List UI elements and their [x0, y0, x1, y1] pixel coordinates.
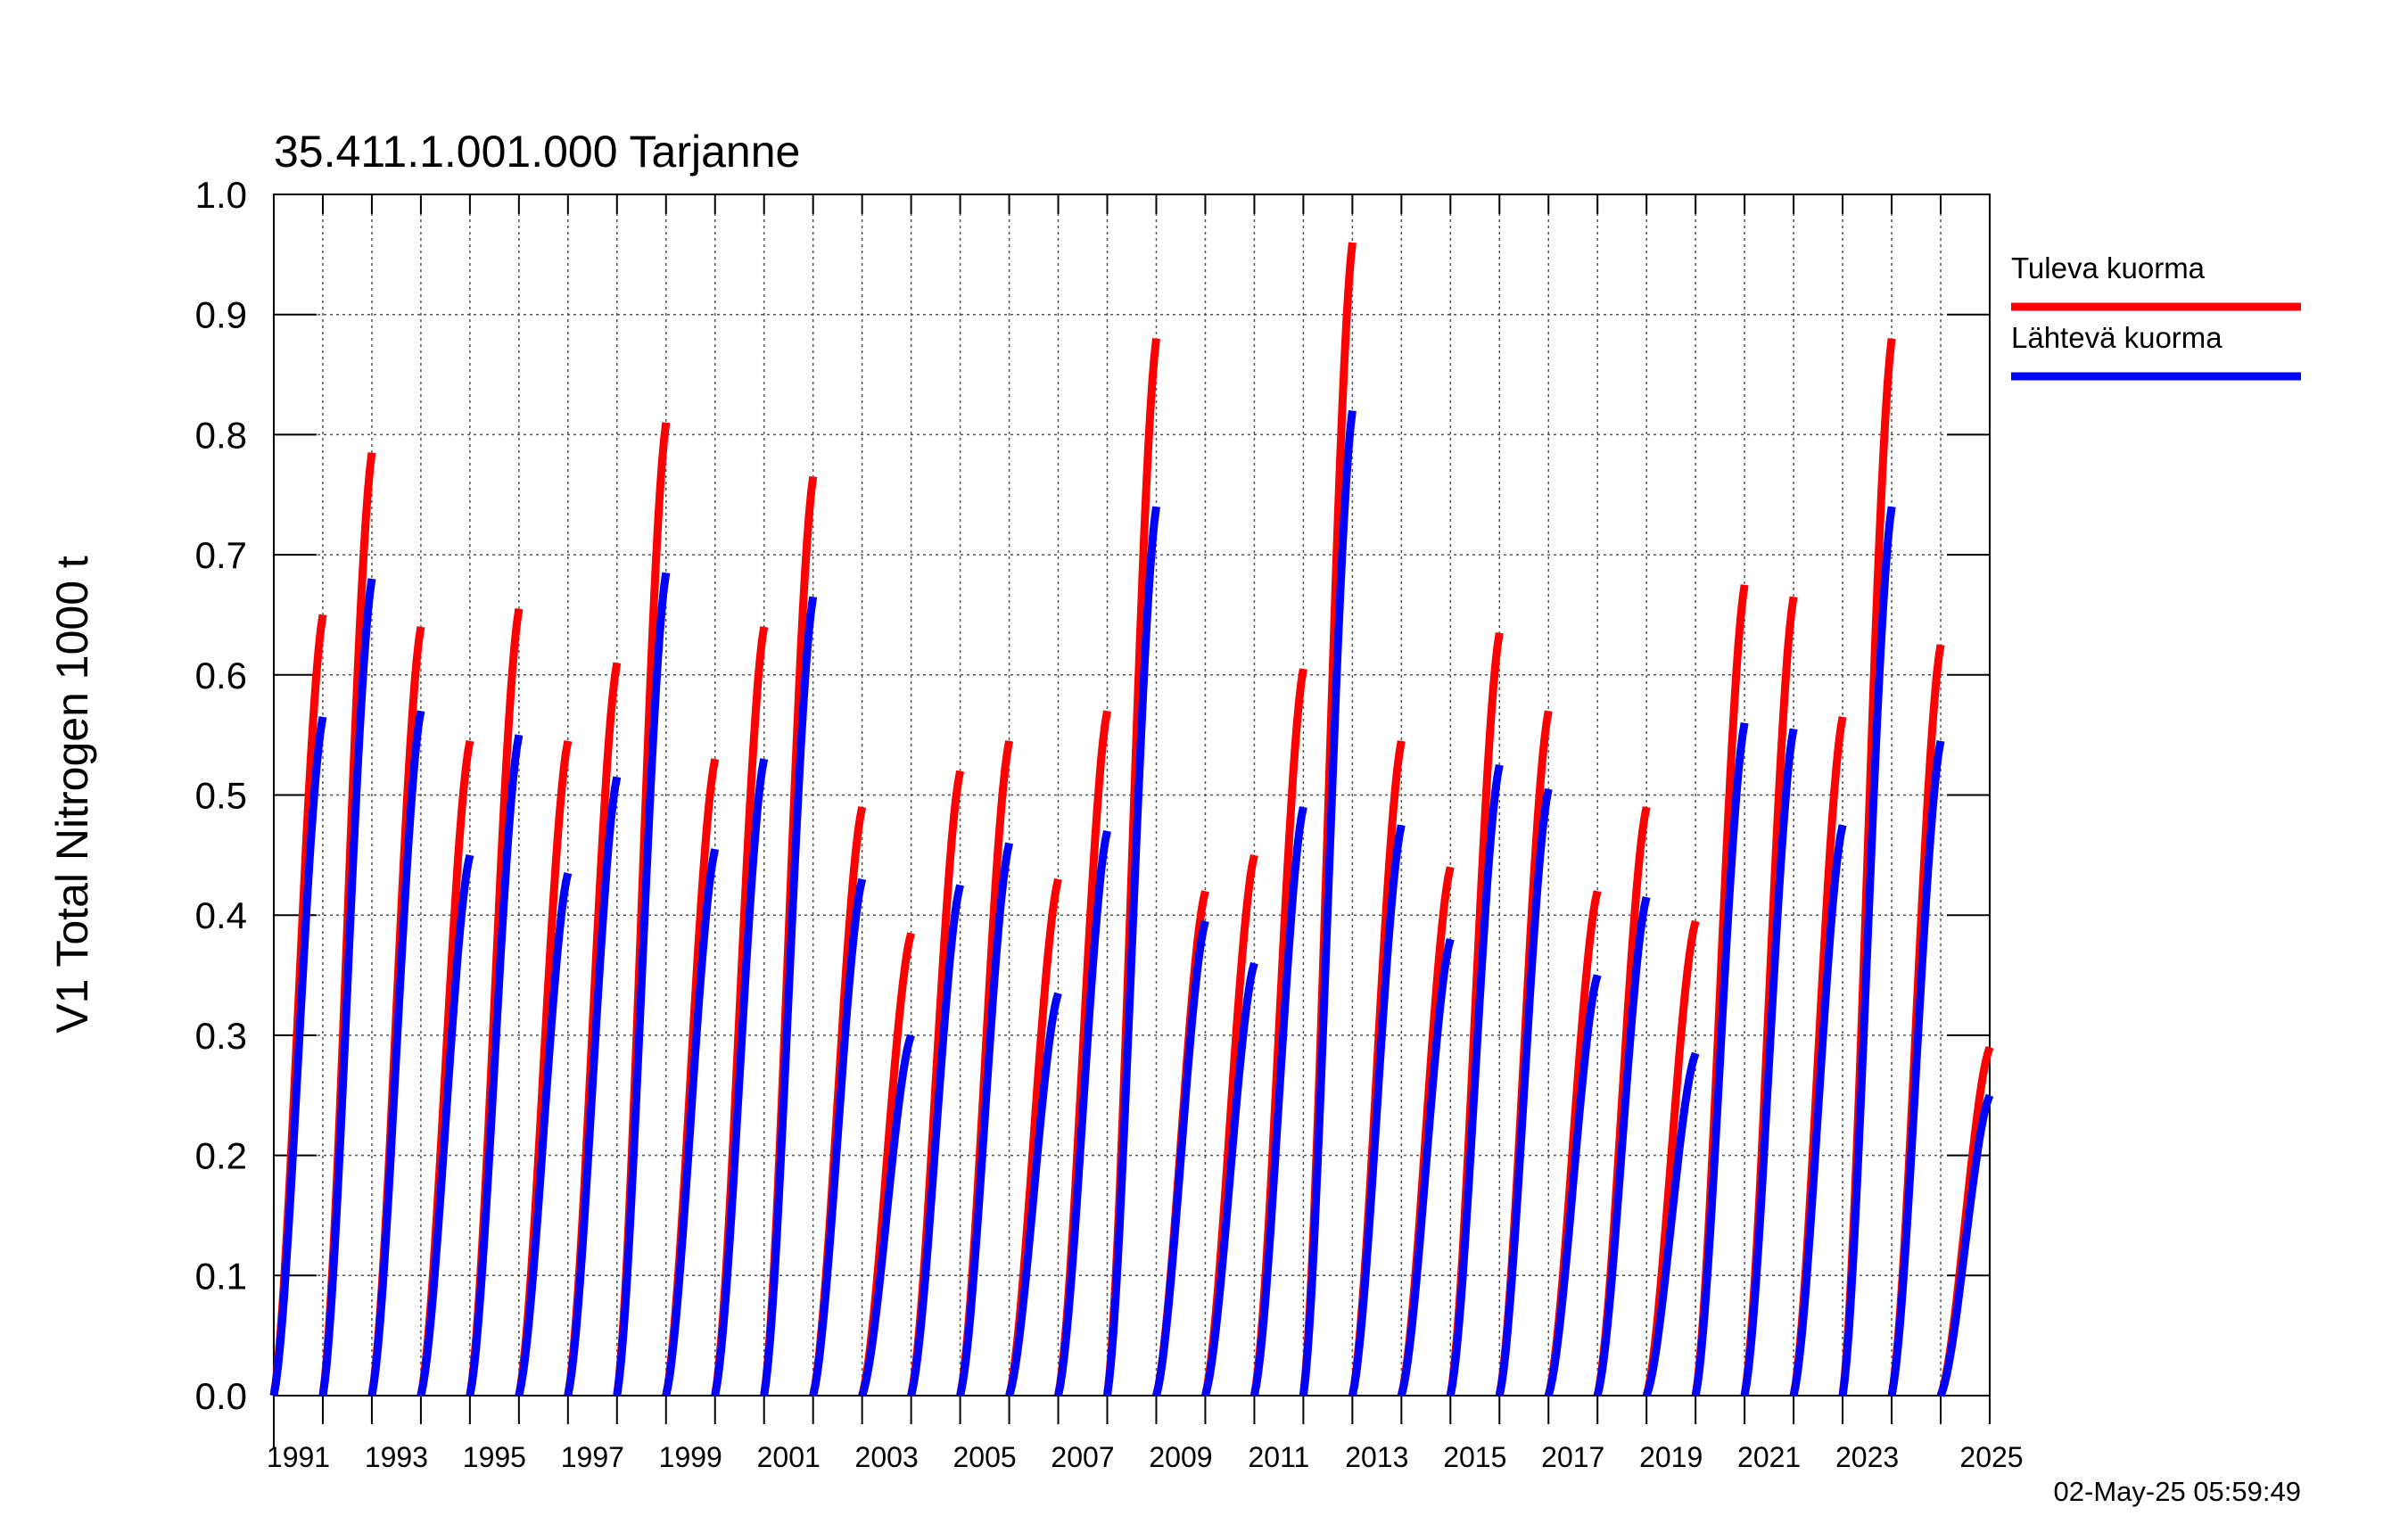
series-tuleva-year-2011 — [1249, 668, 1307, 1397]
x-tick-label: 2019 — [1639, 1441, 1703, 1473]
y-tick-label: 0.5 — [195, 775, 247, 817]
series-tuleva-year-2010 — [1201, 853, 1258, 1397]
chart-title: 35.411.1.001.000 Tarjanne — [274, 127, 800, 177]
series-lahteva-year-2019 — [1642, 1051, 1700, 1397]
x-tick-label: 2009 — [1149, 1441, 1212, 1473]
series-lahteva-year-2010 — [1201, 961, 1258, 1397]
x-tick-label: 1997 — [561, 1441, 624, 1473]
series-tuleva-year-2019 — [1642, 919, 1700, 1397]
y-tick-label: 1.0 — [195, 174, 247, 216]
series-lahteva-year-2025 — [1936, 1093, 1994, 1397]
x-tick-label: 2003 — [855, 1441, 919, 1473]
series-lahteva-year-2022 — [1789, 824, 1847, 1397]
series-lahteva-year-2024 — [1887, 740, 1945, 1397]
series-tuleva-year-1996 — [515, 740, 573, 1397]
series-lahteva-year-1998 — [613, 572, 671, 1397]
x-tick-label: 1993 — [365, 1441, 428, 1473]
x-tick-label: 2025 — [1959, 1441, 2023, 1473]
series-tuleva-year-2004 — [907, 770, 965, 1397]
x-tick-label: 2013 — [1345, 1441, 1408, 1473]
timestamp: 02-May-25 05:59:49 — [2054, 1476, 2301, 1507]
series-lahteva-year-1993 — [367, 710, 425, 1397]
x-tick-label: 2015 — [1443, 1441, 1506, 1473]
series-lahteva-year-2013 — [1348, 824, 1406, 1397]
legend-label: Lähtevä kuorma — [2011, 321, 2222, 354]
series-lahteva-year-2023 — [1838, 506, 1896, 1397]
x-tick-label: 2011 — [1249, 1441, 1310, 1473]
y-tick-label: 0.9 — [195, 294, 247, 336]
series-tuleva-year-2006 — [1005, 877, 1062, 1397]
series-lahteva-year-2014 — [1397, 938, 1455, 1397]
x-tick-label: 1991 — [267, 1441, 330, 1473]
series-lahteva-year-2005 — [956, 842, 1014, 1397]
x-tick-label: 2017 — [1541, 1441, 1604, 1473]
series-lahteva-year-2017 — [1544, 974, 1602, 1397]
y-tick-label: 0.0 — [195, 1375, 247, 1417]
series-lahteva-year-2018 — [1593, 895, 1651, 1397]
series-lahteva-year-2011 — [1249, 806, 1307, 1397]
y-tick-label: 0.2 — [195, 1135, 247, 1177]
series-lahteva-year-1996 — [515, 872, 573, 1397]
series-group — [269, 242, 1994, 1397]
series-lahteva-year-2000 — [711, 758, 769, 1397]
x-tick-label: 2001 — [757, 1441, 821, 1473]
series-tuleva-year-2003 — [858, 932, 915, 1397]
series-lahteva-year-1995 — [466, 734, 524, 1397]
series-lahteva-year-1992 — [318, 578, 376, 1397]
x-tick-label: 2007 — [1051, 1441, 1114, 1473]
series-lahteva-year-1997 — [564, 776, 622, 1397]
series-lahteva-year-2015 — [1446, 763, 1504, 1397]
x-tick-label: 1995 — [463, 1441, 526, 1473]
series-lahteva-year-2006 — [1005, 992, 1062, 1397]
y-axis-label: V1 Total Nitrogen 1000 t — [47, 556, 97, 1034]
y-tick-label: 0.6 — [195, 655, 247, 696]
series-lahteva-year-2009 — [1152, 919, 1209, 1397]
legend: Tuleva kuorma Lähtevä kuorma — [2011, 251, 2301, 381]
x-tick-label: 2005 — [952, 1441, 1016, 1473]
series-lahteva-year-2004 — [907, 884, 964, 1397]
series-lahteva-year-1991 — [269, 716, 327, 1397]
legend-label: Tuleva kuorma — [2011, 251, 2206, 284]
series-lahteva-year-2016 — [1495, 787, 1553, 1397]
x-tick-label: 1999 — [659, 1441, 722, 1473]
series-lahteva-year-1999 — [662, 848, 720, 1397]
y-tick-label: 0.4 — [195, 894, 247, 936]
x-tick-label: 2021 — [1737, 1441, 1801, 1473]
series-lahteva-year-2012 — [1299, 409, 1357, 1397]
y-tick-label: 0.1 — [195, 1255, 247, 1297]
y-tick-label: 0.3 — [195, 1015, 247, 1057]
series-lahteva-year-2021 — [1740, 728, 1798, 1397]
series-lahteva-year-2008 — [1103, 506, 1160, 1397]
y-tick-label: 0.7 — [195, 534, 247, 576]
chart: 35.411.1.001.000 Tarjanne 0.0 0.1 0.2 0.3 0.… — [47, 127, 2301, 1507]
series-lahteva-year-2002 — [809, 877, 867, 1397]
x-tick-label: 2023 — [1835, 1441, 1899, 1473]
series-lahteva-year-2003 — [858, 1034, 915, 1397]
series-lahteva-year-2007 — [1054, 830, 1111, 1397]
series-lahteva-year-1994 — [416, 853, 474, 1397]
y-tick-label: 0.8 — [195, 414, 247, 456]
series-lahteva-year-2020 — [1691, 721, 1749, 1397]
